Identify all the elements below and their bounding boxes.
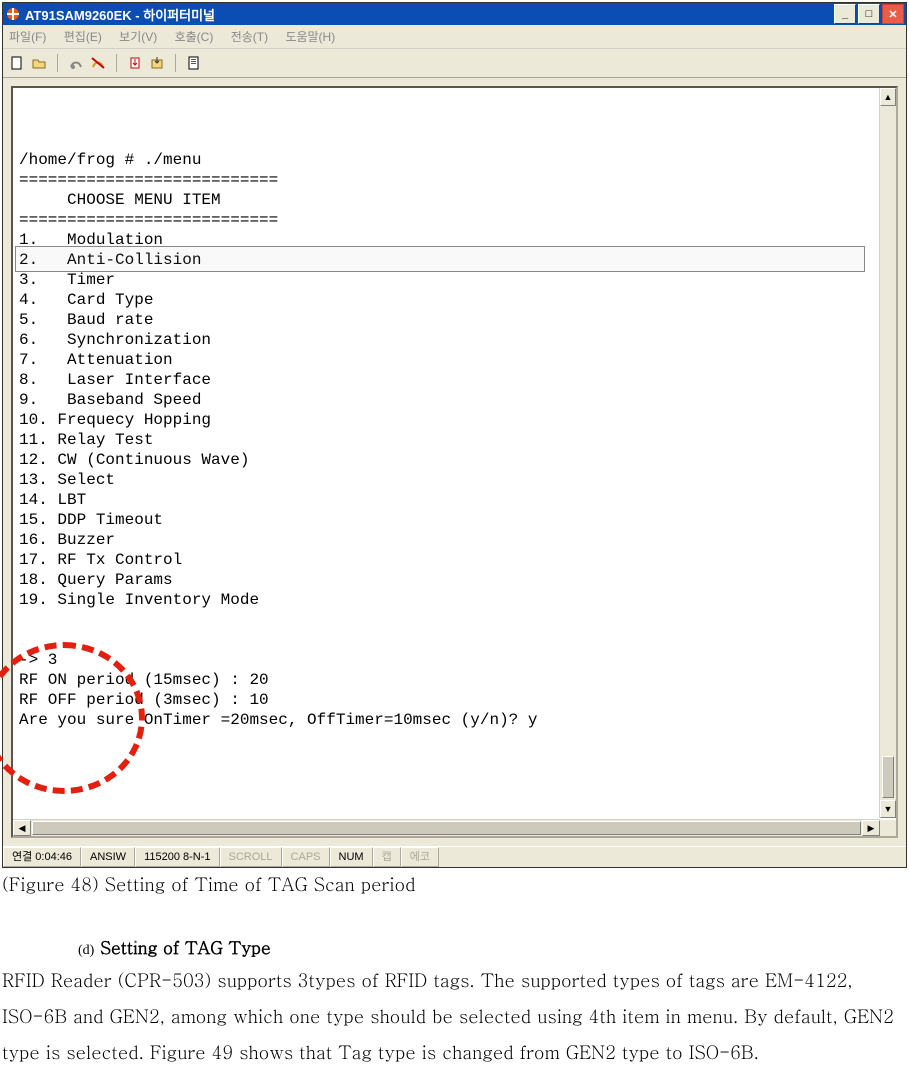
status-capture: 캡 [373, 847, 401, 867]
toolbar-separator [175, 54, 176, 72]
scrollbar-vertical[interactable]: ▲ ▼ [879, 88, 896, 818]
maximize-button[interactable]: □ [858, 4, 880, 24]
menu-transfer[interactable]: 전송(T) [231, 30, 268, 44]
menu-view[interactable]: 보기(V) [119, 30, 157, 44]
document-paragraph: RFID Reader (CPR-503) supports 3types of… [0, 963, 909, 1091]
app-icon [5, 6, 21, 22]
statusbar: 연결 0:04:46 ANSIW 115200 8-N-1 SCROLL CAP… [3, 846, 906, 867]
titlebar: AT91SAM9260EK - 하이퍼터미널 _ □ ✕ [3, 3, 906, 25]
scroll-down-icon[interactable]: ▼ [880, 800, 896, 818]
status-connection: 연결 0:04:46 [3, 847, 81, 867]
status-num: NUM [330, 847, 373, 867]
section-title: Setting of TAG Type [100, 935, 270, 959]
terminal-text[interactable]: /home/frog # ./menu ====================… [15, 90, 878, 818]
connect-icon[interactable] [68, 55, 84, 71]
terminal-pane[interactable]: /home/frog # ./menu ====================… [11, 86, 898, 838]
menu-file[interactable]: 파일(F) [9, 30, 46, 44]
scrollbar-horizontal[interactable]: ◀ ▶ [13, 819, 880, 836]
toolbar [3, 49, 906, 78]
status-caps: CAPS [282, 847, 330, 867]
section-marker: (d) [78, 943, 94, 958]
status-echo: 에코 [401, 847, 439, 867]
status-emulation: ANSIW [81, 847, 135, 867]
scroll-left-icon[interactable]: ◀ [13, 820, 31, 836]
open-icon[interactable] [31, 55, 47, 71]
menubar: 파일(F) 편집(E) 보기(V) 호출(C) 전송(T) 도움말(H) [3, 25, 906, 49]
scroll-right-icon[interactable]: ▶ [862, 820, 880, 836]
window-buttons: _ □ ✕ [834, 4, 904, 24]
menu-edit[interactable]: 편집(E) [64, 30, 102, 44]
status-scroll: SCROLL [220, 847, 282, 867]
new-icon[interactable] [9, 55, 25, 71]
scroll-corner [880, 820, 896, 836]
scroll-thumb-vertical[interactable] [882, 756, 894, 798]
minimize-button[interactable]: _ [834, 4, 856, 24]
toolbar-separator [116, 54, 117, 72]
properties-icon[interactable] [186, 55, 202, 71]
disconnect-icon[interactable] [90, 55, 106, 71]
window-title: AT91SAM9260EK - 하이퍼터미널 [25, 5, 834, 24]
menu-help[interactable]: 도움말(H) [285, 30, 335, 44]
scroll-thumb-horizontal[interactable] [32, 821, 861, 835]
menu-call[interactable]: 호출(C) [175, 30, 214, 44]
close-button[interactable]: ✕ [882, 4, 904, 24]
scroll-up-icon[interactable]: ▲ [880, 88, 896, 106]
toolbar-separator [57, 54, 58, 72]
figure-caption: (Figure 48) Setting of Time of TAG Scan … [0, 868, 909, 907]
section-heading: (d) Setting of TAG Type [0, 907, 909, 963]
status-port: 115200 8-N-1 [135, 847, 219, 867]
send-icon[interactable] [127, 55, 143, 71]
receive-icon[interactable] [149, 55, 165, 71]
content-area: /home/frog # ./menu ====================… [3, 78, 906, 846]
app-window: AT91SAM9260EK - 하이퍼터미널 _ □ ✕ 파일(F) 편집(E)… [2, 2, 907, 868]
